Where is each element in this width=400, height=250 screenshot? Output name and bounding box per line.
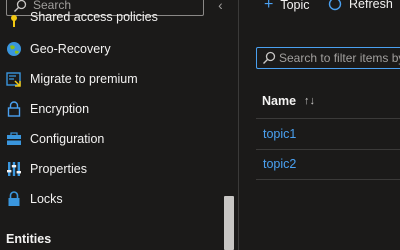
topics-panel: + Topic Refresh Search to filter items b… (240, 0, 400, 250)
section-header-entities: Entities (6, 232, 52, 246)
topic-link[interactable]: topic1 (263, 127, 296, 141)
menu-item-label: Shared access policies (30, 10, 158, 24)
row-divider (256, 179, 400, 180)
properties-icon (6, 161, 22, 177)
menu-scrollbar-thumb[interactable] (224, 196, 234, 250)
add-topic-button[interactable]: + Topic (264, 0, 310, 13)
column-header-name[interactable]: Name ↑↓ (262, 94, 315, 108)
resource-menu: Search « Shared access policies Geo-Reco… (0, 0, 240, 250)
menu-item-label: Configuration (30, 132, 105, 146)
command-bar: + Topic Refresh (240, 0, 400, 14)
lock-outline-icon (6, 101, 22, 117)
refresh-label: Refresh (349, 0, 393, 11)
menu-item-label: Migrate to premium (30, 72, 138, 86)
menu-item-shared-access-policies[interactable]: Shared access policies (0, 8, 222, 34)
globe-icon (6, 41, 22, 57)
key-icon (6, 13, 22, 29)
menu-item-configuration[interactable]: Configuration (0, 124, 222, 154)
add-topic-label: Topic (280, 0, 310, 12)
plus-icon: + (264, 0, 274, 13)
menu-item-properties[interactable]: Properties (0, 154, 222, 184)
menu-items: Shared access policies Geo-Recovery Migr… (0, 8, 222, 214)
migrate-icon (6, 71, 22, 87)
menu-item-encryption[interactable]: Encryption (0, 94, 222, 124)
panel-divider (238, 0, 239, 250)
menu-item-label: Properties (30, 162, 87, 176)
table-row[interactable]: topic1 (256, 119, 400, 149)
toolbox-icon (6, 131, 22, 147)
menu-item-label: Geo-Recovery (30, 42, 111, 56)
column-header-label: Name (262, 94, 297, 108)
filter-by-name-input[interactable]: Search to filter items by name (256, 47, 400, 69)
menu-item-locks[interactable]: Locks (0, 184, 222, 214)
refresh-button[interactable]: Refresh (328, 0, 393, 11)
refresh-icon (328, 0, 342, 11)
lock-icon (6, 191, 22, 207)
search-icon (263, 51, 276, 64)
filter-placeholder: Search to filter items by name (279, 51, 400, 65)
menu-item-label: Locks (30, 192, 63, 206)
sort-icon: ↑↓ (304, 95, 316, 107)
menu-item-geo-recovery[interactable]: Geo-Recovery (0, 34, 222, 64)
table-row[interactable]: topic2 (256, 149, 400, 179)
menu-item-migrate-to-premium[interactable]: Migrate to premium (0, 64, 222, 94)
menu-item-label: Encryption (30, 102, 90, 116)
topic-link[interactable]: topic2 (263, 157, 296, 171)
